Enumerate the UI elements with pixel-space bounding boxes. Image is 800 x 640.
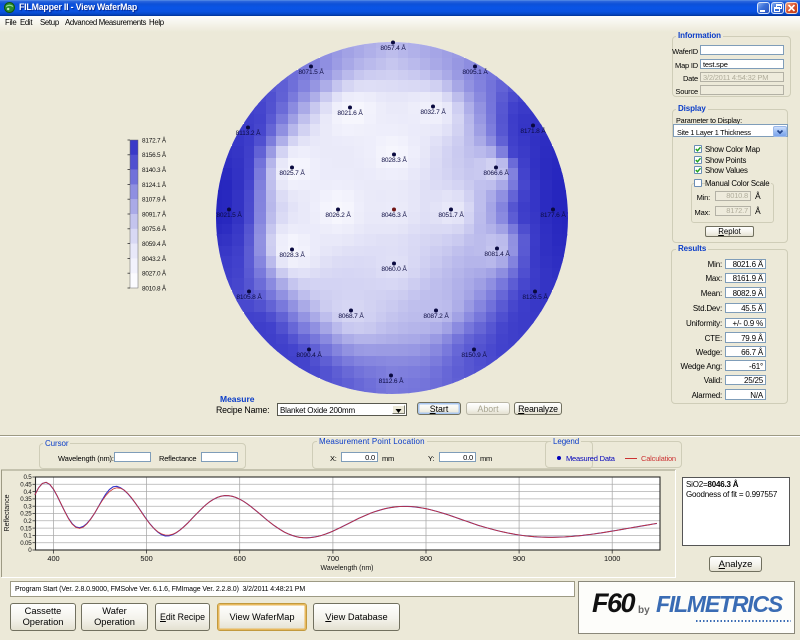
svg-text:0.15: 0.15	[20, 525, 32, 532]
svg-text:8105.8 Å: 8105.8 Å	[236, 292, 262, 301]
svg-text:8095.1 Å: 8095.1 Å	[462, 67, 488, 76]
svg-text:8060.0 Å: 8060.0 Å	[381, 264, 407, 273]
svg-text:Reflectance: Reflectance	[4, 494, 11, 531]
svg-text:8091.7 Å: 8091.7 Å	[142, 209, 167, 218]
svg-text:8172.7 Å: 8172.7 Å	[142, 135, 167, 144]
svg-text:8066.6 Å: 8066.6 Å	[483, 168, 509, 177]
svg-text:8107.9 Å: 8107.9 Å	[142, 195, 167, 204]
svg-text:8156.5 Å: 8156.5 Å	[142, 150, 167, 159]
svg-text:600: 600	[234, 554, 246, 563]
svg-text:8051.7 Å: 8051.7 Å	[438, 210, 464, 219]
svg-text:8081.4 Å: 8081.4 Å	[484, 249, 510, 258]
svg-text:8021.6 Å: 8021.6 Å	[337, 108, 363, 117]
svg-text:0.5: 0.5	[23, 474, 32, 481]
svg-text:8177.6 Å: 8177.6 Å	[540, 210, 566, 219]
svg-text:8071.5 Å: 8071.5 Å	[298, 67, 324, 76]
svg-text:8026.2 Å: 8026.2 Å	[325, 210, 351, 219]
svg-text:8068.7 Å: 8068.7 Å	[338, 311, 364, 320]
svg-text:0.05: 0.05	[20, 540, 32, 547]
svg-text:0: 0	[28, 547, 32, 554]
svg-text:800: 800	[420, 554, 432, 563]
svg-text:8112.6 Å: 8112.6 Å	[379, 376, 404, 385]
svg-text:0.45: 0.45	[20, 482, 32, 489]
svg-text:500: 500	[140, 554, 152, 563]
svg-text:0.2: 0.2	[23, 518, 32, 525]
svg-text:8021.5 Å: 8021.5 Å	[216, 210, 242, 219]
svg-text:900: 900	[513, 554, 525, 563]
svg-text:1000: 1000	[604, 554, 620, 563]
svg-text:8113.2 Å: 8113.2 Å	[236, 128, 261, 137]
svg-text:0.4: 0.4	[23, 489, 32, 496]
svg-text:8025.7 Å: 8025.7 Å	[279, 168, 305, 177]
svg-text:8087.2 Å: 8087.2 Å	[423, 311, 449, 320]
svg-text:8126.5 Å: 8126.5 Å	[522, 292, 548, 301]
svg-text:700: 700	[327, 554, 339, 563]
svg-text:8124.1 Å: 8124.1 Å	[142, 180, 167, 189]
svg-text:8043.2 Å: 8043.2 Å	[142, 254, 167, 263]
svg-text:8090.4 Å: 8090.4 Å	[296, 350, 322, 359]
svg-text:8075.6 Å: 8075.6 Å	[142, 224, 167, 233]
svg-text:8140.3 Å: 8140.3 Å	[142, 165, 167, 174]
svg-text:0.1: 0.1	[23, 533, 32, 540]
svg-text:8032.7 Å: 8032.7 Å	[420, 107, 446, 116]
svg-text:8028.3 Å: 8028.3 Å	[279, 250, 305, 259]
svg-text:0.3: 0.3	[23, 503, 32, 510]
svg-text:400: 400	[47, 554, 59, 563]
svg-text:8028.3 Å: 8028.3 Å	[381, 155, 407, 164]
svg-text:8171.8 Å: 8171.8 Å	[520, 126, 546, 135]
svg-text:8010.8 Å: 8010.8 Å	[142, 283, 167, 292]
svg-text:8150.9 Å: 8150.9 Å	[461, 350, 487, 359]
svg-text:8059.4 Å: 8059.4 Å	[142, 239, 167, 248]
svg-text:0.35: 0.35	[20, 496, 32, 503]
svg-text:8057.4 Å: 8057.4 Å	[380, 43, 406, 52]
svg-text:0.25: 0.25	[20, 511, 32, 518]
svg-text:8027.0 Å: 8027.0 Å	[142, 269, 167, 278]
svg-text:8046.3 Å: 8046.3 Å	[381, 210, 407, 219]
svg-text:Wavelength (nm): Wavelength (nm)	[320, 565, 373, 572]
